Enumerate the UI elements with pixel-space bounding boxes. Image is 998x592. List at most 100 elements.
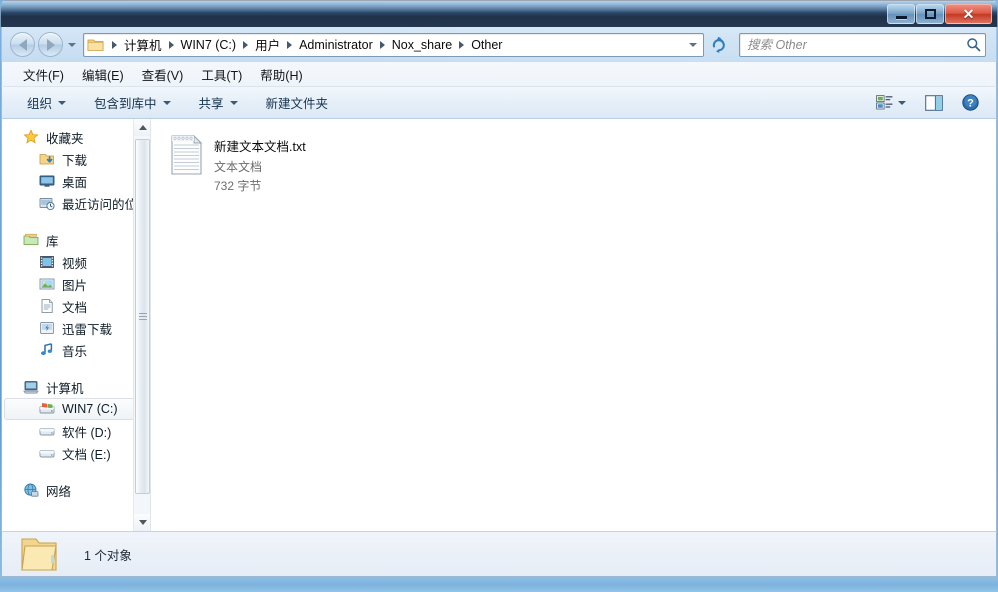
sidebar-item-thunder-download[interactable]: 迅雷下载: [4, 317, 146, 339]
command-bar-right: ?: [871, 90, 996, 115]
title-bar[interactable]: ✕: [0, 0, 998, 27]
system-drive-icon: [39, 401, 55, 417]
sidebar-item-drive-c[interactable]: WIN7 (C:): [4, 398, 146, 420]
arrow-left-icon: [18, 38, 27, 51]
maximize-button[interactable]: [916, 3, 944, 24]
sidebar-item-label: 视频: [62, 256, 88, 271]
breadcrumb-item[interactable]: 计算机: [120, 34, 166, 56]
chevron-down-icon: [229, 100, 238, 105]
network-icon: [23, 482, 39, 498]
sidebar-item-desktop[interactable]: 桌面: [4, 170, 146, 192]
file-item[interactable]: 新建文本文档.txt 文本文档 732 字节: [163, 129, 463, 201]
file-size: 732 字节: [214, 179, 262, 193]
search-button[interactable]: [961, 34, 985, 56]
command-button-label: 新建文件夹: [265, 97, 329, 111]
change-view-button[interactable]: [871, 91, 911, 114]
drive-icon: [39, 445, 55, 461]
scrollbar-thumb[interactable]: [135, 139, 150, 494]
sidebar-item-downloads[interactable]: 下载: [4, 148, 146, 170]
menu-item-1[interactable]: 编辑(E): [73, 62, 133, 87]
recent-locations-button[interactable]: [65, 34, 78, 56]
folder-icon: [87, 39, 104, 51]
help-icon: ?: [962, 94, 979, 111]
file-list-pane[interactable]: 新建文本文档.txt 文本文档 732 字节: [150, 119, 996, 531]
thunder-download-icon: [39, 320, 55, 336]
help-button[interactable]: ?: [957, 90, 984, 115]
sidebar-item-label: 音乐: [62, 344, 88, 359]
preview-pane-button[interactable]: [920, 91, 948, 115]
address-bar[interactable]: 计算机 WIN7 (C:) 用户 Administrator Nox_share Othe…: [83, 32, 704, 57]
chevron-down-icon: [67, 42, 76, 47]
close-icon: ✕: [962, 5, 975, 22]
breadcrumb-separator-icon: [112, 40, 117, 49]
search-box[interactable]: [739, 32, 986, 57]
command-button-3[interactable]: 新建文件夹: [255, 88, 340, 117]
titlebar-sheen: [1, 1, 997, 12]
menu-bar: 文件(F) 编辑(E) 查看(V) 工具(T) 帮助(H): [1, 62, 997, 87]
breadcrumb-item[interactable]: Administrator: [295, 36, 377, 54]
menu-item-0[interactable]: 文件(F): [14, 62, 73, 87]
file-type: 文本文档: [214, 160, 263, 174]
forward-button[interactable]: [38, 32, 63, 57]
status-text: 1 个对象: [84, 548, 132, 563]
menu-item-3[interactable]: 工具(T): [192, 62, 251, 87]
sidebar-item-recent-places[interactable]: 最近访问的位置: [4, 192, 150, 214]
triangle-down-icon: [138, 520, 147, 525]
nav-group-spacer: [2, 466, 150, 479]
scroll-up-button[interactable]: [134, 119, 150, 136]
breadcrumb: 计算机 WIN7 (C:) 用户 Administrator Nox_share Othe…: [106, 34, 683, 56]
computer-icon: [23, 379, 39, 395]
menu-item-2[interactable]: 查看(V): [133, 62, 193, 87]
sidebar-item-label: 软件 (D:): [62, 425, 112, 440]
sidebar-item-computer[interactable]: 计算机: [4, 376, 146, 398]
sidebar-item-label: WIN7 (C:): [62, 402, 118, 416]
search-input[interactable]: [740, 37, 961, 52]
status-bar: 1 个对象: [1, 531, 997, 577]
sidebar-item-drive-d[interactable]: 软件 (D:): [4, 420, 146, 442]
music-icon: [39, 342, 55, 358]
maximize-icon: [924, 8, 936, 19]
file-metadata: 新建文本文档.txt 文本文档 732 字节: [214, 134, 306, 196]
documents-icon: [39, 298, 55, 314]
sidebar-item-videos[interactable]: 视频: [4, 251, 146, 273]
sidebar-item-pictures[interactable]: 图片: [4, 273, 146, 295]
sidebar-scrollbar[interactable]: [133, 119, 150, 531]
refresh-button[interactable]: [707, 33, 731, 57]
scroll-down-button[interactable]: [134, 514, 150, 531]
scrollbar-grip-icon: [139, 312, 147, 321]
sidebar-item-drive-e[interactable]: 文档 (E:): [4, 442, 146, 464]
sidebar-item-libraries[interactable]: 库: [4, 229, 146, 251]
command-button-1[interactable]: 包含到库中: [83, 88, 182, 117]
sidebar-item-label: 图片: [62, 278, 88, 293]
nav-group-computer: 计算机 WIN7 (C:) 软件 (D:) 文档 (E:): [2, 376, 150, 464]
breadcrumb-item[interactable]: Nox_share: [388, 36, 456, 54]
sidebar-item-documents[interactable]: 文档: [4, 295, 146, 317]
file-name: 新建文本文档.txt: [214, 140, 306, 154]
nav-group-libraries: 库视频图片文档迅雷下载音乐: [2, 229, 150, 361]
breadcrumb-item[interactable]: Other: [467, 36, 506, 54]
back-button[interactable]: [10, 32, 35, 57]
window-bottom-glass: [0, 578, 998, 592]
command-button-2[interactable]: 共享: [188, 88, 249, 117]
nav-group-network: 网络: [2, 479, 150, 501]
command-button-label: 组织: [27, 97, 53, 111]
change-view-icon: [876, 95, 893, 110]
pictures-icon: [39, 276, 55, 292]
close-button[interactable]: ✕: [945, 3, 992, 24]
sidebar-item-label: 桌面: [62, 175, 88, 190]
sidebar-item-favorites[interactable]: 收藏夹: [4, 126, 146, 148]
breadcrumb-item[interactable]: WIN7 (C:): [177, 36, 241, 54]
minimize-icon: [895, 15, 907, 19]
sidebar-item-label: 文档: [62, 300, 88, 315]
command-button-0[interactable]: 组织: [16, 88, 77, 117]
refresh-icon: [712, 36, 725, 53]
sidebar-item-music[interactable]: 音乐: [4, 339, 146, 361]
sidebar-item-label: 迅雷下载: [62, 322, 113, 337]
minimize-button[interactable]: [887, 3, 915, 24]
star-icon: [23, 129, 39, 145]
command-bar: 组织 包含到库中 共享 新建文件夹 ?: [1, 87, 997, 119]
breadcrumb-item[interactable]: 用户: [251, 34, 284, 56]
menu-item-4[interactable]: 帮助(H): [251, 62, 311, 87]
address-dropdown-button[interactable]: [683, 34, 703, 56]
sidebar-item-network[interactable]: 网络: [4, 479, 146, 501]
